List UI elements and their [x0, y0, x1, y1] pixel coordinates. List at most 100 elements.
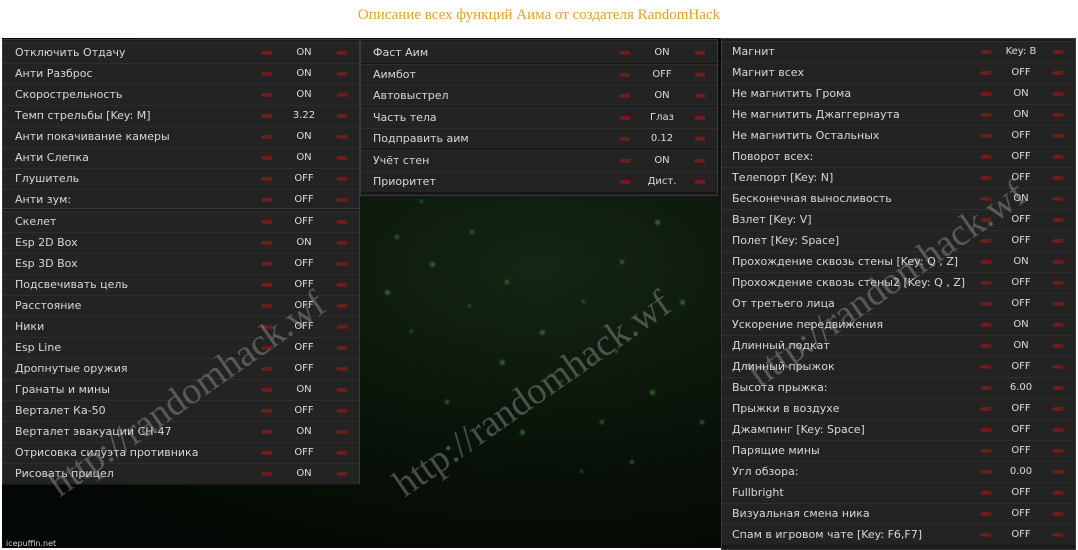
increase-arrow-icon[interactable]: ««	[336, 148, 348, 168]
menu-row[interactable]: Ускорение передвижения «« ON ««	[722, 314, 1075, 336]
menu-row[interactable]: Длинный прыжок «« OFF ««	[722, 356, 1075, 378]
increase-arrow-icon[interactable]: ««	[1052, 210, 1064, 230]
increase-arrow-icon[interactable]: ««	[1052, 336, 1064, 356]
decrease-arrow-icon[interactable]: ««	[980, 441, 992, 461]
decrease-arrow-icon[interactable]: ««	[261, 106, 273, 126]
increase-arrow-icon[interactable]: ««	[336, 212, 348, 232]
increase-arrow-icon[interactable]: ««	[1052, 105, 1064, 125]
menu-row[interactable]: Дропнутые оружия «« OFF ««	[3, 358, 359, 380]
decrease-arrow-icon[interactable]: ««	[619, 108, 631, 128]
decrease-arrow-icon[interactable]: ««	[261, 401, 273, 421]
increase-arrow-icon[interactable]: ««	[694, 108, 706, 128]
decrease-arrow-icon[interactable]: ««	[261, 64, 273, 84]
decrease-arrow-icon[interactable]: ««	[261, 464, 273, 484]
increase-arrow-icon[interactable]: ««	[694, 43, 706, 63]
menu-row[interactable]: Гранаты и мины «« ON ««	[3, 379, 359, 401]
increase-arrow-icon[interactable]: ««	[336, 443, 348, 463]
increase-arrow-icon[interactable]: ««	[694, 65, 706, 85]
increase-arrow-icon[interactable]: ««	[1052, 84, 1064, 104]
increase-arrow-icon[interactable]: ««	[694, 151, 706, 171]
increase-arrow-icon[interactable]: ««	[1052, 147, 1064, 167]
decrease-arrow-icon[interactable]: ««	[980, 504, 992, 524]
menu-row[interactable]: Верталет эвакуации CH-47 «« ON ««	[3, 421, 359, 443]
decrease-arrow-icon[interactable]: ««	[261, 233, 273, 253]
menu-row[interactable]: Парящие мины «« OFF ««	[722, 440, 1075, 462]
increase-arrow-icon[interactable]: ««	[1052, 126, 1064, 146]
decrease-arrow-icon[interactable]: ««	[261, 43, 273, 63]
menu-row[interactable]: Подсвечивать цель «« OFF ««	[3, 274, 359, 296]
menu-row[interactable]: Подправить аим «« 0.12 ««	[361, 128, 717, 150]
menu-row[interactable]: Скелет «« OFF ««	[3, 211, 359, 233]
menu-row[interactable]: Esp Line «« OFF ««	[3, 337, 359, 359]
decrease-arrow-icon[interactable]: ««	[261, 359, 273, 379]
increase-arrow-icon[interactable]: ««	[1052, 42, 1064, 62]
menu-row[interactable]: Приоритет «« Дист. ««	[361, 171, 717, 193]
increase-arrow-icon[interactable]: ««	[1052, 504, 1064, 524]
decrease-arrow-icon[interactable]: ««	[619, 129, 631, 149]
decrease-arrow-icon[interactable]: ««	[261, 275, 273, 295]
increase-arrow-icon[interactable]: ««	[336, 338, 348, 358]
menu-row[interactable]: Телепорт [Key: N] «« OFF ««	[722, 167, 1075, 189]
increase-arrow-icon[interactable]: ««	[336, 64, 348, 84]
decrease-arrow-icon[interactable]: ««	[261, 190, 273, 210]
decrease-arrow-icon[interactable]: ««	[261, 422, 273, 442]
menu-row[interactable]: Не магнитить Грома «« ON ««	[722, 83, 1075, 105]
increase-arrow-icon[interactable]: ««	[336, 254, 348, 274]
increase-arrow-icon[interactable]: ««	[336, 464, 348, 484]
increase-arrow-icon[interactable]: ««	[1052, 231, 1064, 251]
increase-arrow-icon[interactable]: ««	[1052, 378, 1064, 398]
decrease-arrow-icon[interactable]: ««	[980, 168, 992, 188]
decrease-arrow-icon[interactable]: ««	[980, 147, 992, 167]
decrease-arrow-icon[interactable]: ««	[980, 294, 992, 314]
menu-row[interactable]: Анти Разброс «« ON ««	[3, 63, 359, 85]
increase-arrow-icon[interactable]: ««	[694, 86, 706, 106]
increase-arrow-icon[interactable]: ««	[1052, 357, 1064, 377]
increase-arrow-icon[interactable]: ««	[1052, 462, 1064, 482]
decrease-arrow-icon[interactable]: ««	[261, 317, 273, 337]
decrease-arrow-icon[interactable]: ««	[980, 252, 992, 272]
decrease-arrow-icon[interactable]: ««	[980, 378, 992, 398]
menu-row[interactable]: Fullbright «« OFF ««	[722, 482, 1075, 504]
increase-arrow-icon[interactable]: ««	[1052, 294, 1064, 314]
menu-row[interactable]: Аимбот «« OFF ««	[361, 63, 717, 86]
decrease-arrow-icon[interactable]: ««	[619, 86, 631, 106]
increase-arrow-icon[interactable]: ««	[336, 275, 348, 295]
decrease-arrow-icon[interactable]: ««	[980, 84, 992, 104]
menu-row[interactable]: От третьего лица «« OFF ««	[722, 293, 1075, 315]
increase-arrow-icon[interactable]: ««	[1052, 420, 1064, 440]
increase-arrow-icon[interactable]: ««	[1052, 168, 1064, 188]
menu-row[interactable]: Темп стрельбы [Key: M] «« 3.22 ««	[3, 105, 359, 127]
decrease-arrow-icon[interactable]: ««	[261, 127, 273, 147]
decrease-arrow-icon[interactable]: ««	[980, 483, 992, 503]
increase-arrow-icon[interactable]: ««	[336, 380, 348, 400]
decrease-arrow-icon[interactable]: ««	[619, 65, 631, 85]
decrease-arrow-icon[interactable]: ««	[980, 462, 992, 482]
decrease-arrow-icon[interactable]: ««	[619, 43, 631, 63]
menu-row[interactable]: Прыжки в воздухе «« OFF ««	[722, 398, 1075, 420]
menu-row[interactable]: Визуальная смена ника «« OFF ««	[722, 503, 1075, 525]
decrease-arrow-icon[interactable]: ««	[980, 315, 992, 335]
increase-arrow-icon[interactable]: ««	[1052, 252, 1064, 272]
menu-row[interactable]: Фаст Аим «« ON ««	[361, 42, 717, 64]
menu-row[interactable]: Esp 2D Box «« ON ««	[3, 232, 359, 254]
decrease-arrow-icon[interactable]: ««	[980, 105, 992, 125]
increase-arrow-icon[interactable]: ««	[1052, 315, 1064, 335]
increase-arrow-icon[interactable]: ««	[336, 359, 348, 379]
menu-row[interactable]: Учёт стен «« ON ««	[361, 149, 717, 172]
increase-arrow-icon[interactable]: ««	[336, 85, 348, 105]
increase-arrow-icon[interactable]: ««	[1052, 399, 1064, 419]
increase-arrow-icon[interactable]: ««	[336, 401, 348, 421]
increase-arrow-icon[interactable]: ««	[1052, 63, 1064, 83]
increase-arrow-icon[interactable]: ««	[336, 169, 348, 189]
menu-row[interactable]: Поворот всех: «« OFF ««	[722, 146, 1075, 168]
decrease-arrow-icon[interactable]: ««	[261, 169, 273, 189]
decrease-arrow-icon[interactable]: ««	[261, 254, 273, 274]
increase-arrow-icon[interactable]: ««	[336, 127, 348, 147]
increase-arrow-icon[interactable]: ««	[336, 296, 348, 316]
decrease-arrow-icon[interactable]: ««	[980, 336, 992, 356]
increase-arrow-icon[interactable]: ««	[1052, 525, 1064, 545]
menu-row[interactable]: Магнит «« Key: B ««	[722, 41, 1075, 63]
increase-arrow-icon[interactable]: ««	[1052, 273, 1064, 293]
decrease-arrow-icon[interactable]: ««	[261, 443, 273, 463]
menu-row[interactable]: Прохождение сквозь стены [Key: Q , Z] «« O…	[722, 251, 1075, 273]
